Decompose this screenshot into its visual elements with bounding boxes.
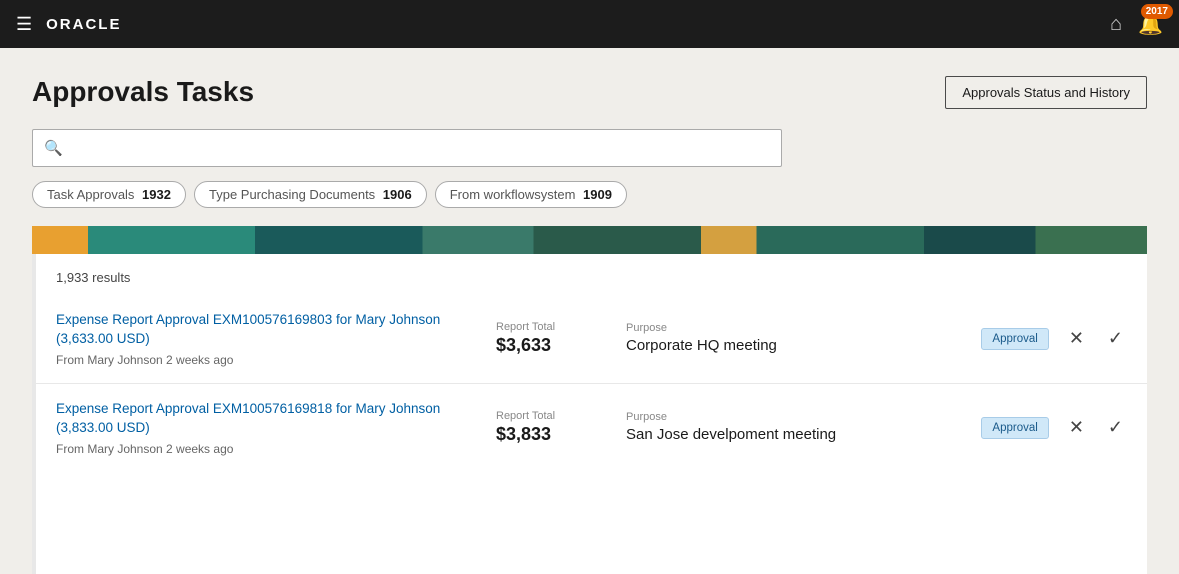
approve-button-0[interactable]: ✓ [1104, 324, 1127, 353]
result-title-link-0[interactable]: Expense Report Approval EXM100576169803 … [56, 312, 440, 346]
filter-chips: Task Approvals 1932 Type Purchasing Docu… [32, 181, 1147, 208]
search-icon: 🔍 [44, 139, 63, 157]
row-purpose-block-0: Purpose Corporate HQ meeting [626, 322, 981, 356]
row-purpose-block-1: Purpose San Jose develpoment meeting [626, 411, 981, 445]
row-amount-block-0: Report Total $3,633 [496, 321, 626, 356]
approval-badge-1: Approval [981, 417, 1048, 439]
row-amount-block-1: Report Total $3,833 [496, 410, 626, 445]
search-input[interactable] [32, 129, 782, 167]
topnav-left: ☰ ORACLE [16, 14, 121, 35]
row-actions-0: Approval ✕ ✓ [981, 324, 1127, 353]
results-area: 1,933 results Expense Report Approval EX… [32, 254, 1147, 574]
row-main-1: Expense Report Approval EXM100576169818 … [56, 400, 496, 456]
hamburger-icon[interactable]: ☰ [16, 14, 32, 35]
purpose-label-0: Purpose [626, 322, 961, 334]
approvals-status-history-button[interactable]: Approvals Status and History [945, 76, 1147, 109]
row-main-0: Expense Report Approval EXM100576169803 … [56, 311, 496, 367]
amount-value-1: $3,833 [496, 424, 606, 445]
table-row: Expense Report Approval EXM100576169803 … [36, 295, 1147, 384]
filter-chip-purchasing-documents[interactable]: Type Purchasing Documents 1906 [194, 181, 427, 208]
filter-chip-workflowsystem[interactable]: From workflowsystem 1909 [435, 181, 627, 208]
top-navigation: ☰ ORACLE ⌂ 🔔 2017 [0, 0, 1179, 48]
filter-chip-task-approvals[interactable]: Task Approvals 1932 [32, 181, 186, 208]
chip-label-2: From workflowsystem [450, 187, 576, 202]
topnav-right: ⌂ 🔔 2017 [1110, 12, 1163, 37]
row-actions-1: Approval ✕ ✓ [981, 413, 1127, 442]
chip-label-1: Type Purchasing Documents [209, 187, 375, 202]
purpose-value-0: Corporate HQ meeting [626, 336, 961, 356]
chip-value-1: 1906 [379, 187, 412, 202]
page-title: Approvals Tasks [32, 76, 254, 108]
table-row: Expense Report Approval EXM100576169818 … [36, 384, 1147, 472]
purpose-label-1: Purpose [626, 411, 961, 423]
oracle-logo: ORACLE [46, 16, 121, 33]
amount-value-0: $3,633 [496, 335, 606, 356]
chip-value-0: 1932 [138, 187, 171, 202]
decorative-banner [32, 226, 1147, 254]
notification-badge: 2017 [1141, 4, 1173, 19]
approval-badge-0: Approval [981, 328, 1048, 350]
result-subtitle-0: From Mary Johnson 2 weeks ago [56, 353, 476, 367]
result-title-link-1[interactable]: Expense Report Approval EXM100576169818 … [56, 401, 440, 435]
approve-button-1[interactable]: ✓ [1104, 413, 1127, 442]
main-content: Approvals Tasks Approvals Status and His… [0, 48, 1179, 574]
search-container: 🔍 [32, 129, 1147, 167]
result-subtitle-1: From Mary Johnson 2 weeks ago [56, 442, 476, 456]
reject-button-1[interactable]: ✕ [1065, 413, 1088, 442]
amount-label-1: Report Total [496, 410, 606, 422]
amount-label-0: Report Total [496, 321, 606, 333]
reject-button-0[interactable]: ✕ [1065, 324, 1088, 353]
page-header: Approvals Tasks Approvals Status and His… [32, 76, 1147, 109]
chip-label-0: Task Approvals [47, 187, 134, 202]
results-count: 1,933 results [36, 254, 1147, 295]
chip-value-2: 1909 [579, 187, 612, 202]
notifications-button[interactable]: 🔔 2017 [1138, 12, 1163, 37]
home-icon[interactable]: ⌂ [1110, 13, 1122, 36]
purpose-value-1: San Jose develpoment meeting [626, 425, 961, 445]
